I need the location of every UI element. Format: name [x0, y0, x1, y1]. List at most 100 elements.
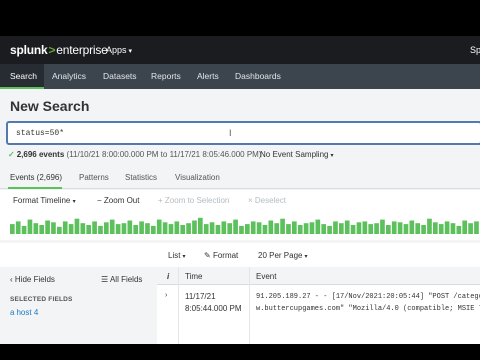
timeline-bar[interactable] — [292, 221, 297, 234]
timeline-bar[interactable] — [239, 225, 244, 234]
tab-events[interactable]: Events (2,696) — [10, 173, 62, 182]
zoom-to-selection-button[interactable]: + Zoom to Selection — [158, 196, 229, 205]
timeline-bar[interactable] — [427, 218, 432, 234]
timeline-bar[interactable] — [286, 224, 291, 234]
timeline-bar[interactable] — [438, 224, 444, 234]
per-page-dropdown[interactable]: 20 Per Page ▾ — [258, 251, 308, 260]
timeline-bar[interactable] — [362, 221, 368, 234]
timeline-bar[interactable] — [215, 225, 221, 234]
timeline-bar[interactable] — [356, 222, 362, 234]
timeline-bar[interactable] — [456, 225, 462, 234]
search-query[interactable]: status=50* — [16, 129, 64, 138]
all-fields-button[interactable]: ☰ All Fields — [101, 275, 142, 284]
nav-datasets[interactable]: Datasets — [103, 64, 137, 89]
expand-row-icon[interactable]: › — [165, 292, 167, 299]
timeline-bar[interactable] — [268, 220, 274, 235]
timeline-bar[interactable] — [121, 223, 127, 234]
timeline-bar[interactable] — [133, 225, 139, 234]
timeline-bar[interactable] — [203, 224, 209, 234]
timeline-bar[interactable] — [339, 223, 344, 234]
event-timeline-histogram[interactable] — [10, 216, 480, 234]
apps-menu[interactable]: Apps ▾ — [106, 45, 132, 55]
timeline-bar[interactable] — [344, 220, 350, 235]
event-column-header[interactable]: Event — [256, 272, 276, 281]
field-host[interactable]: a host 4 — [10, 308, 38, 317]
nav-alerts[interactable]: Alerts — [197, 64, 219, 89]
timeline-bar[interactable] — [368, 224, 374, 234]
timeline-bar[interactable] — [433, 222, 438, 234]
timeline-bar[interactable] — [333, 221, 338, 234]
timeline-bar[interactable] — [327, 225, 332, 234]
nav-reports[interactable]: Reports — [151, 64, 181, 89]
timeline-bar[interactable] — [280, 218, 285, 234]
timeline-bar[interactable] — [262, 225, 268, 234]
timeline-bar[interactable] — [192, 220, 197, 235]
timeline-bar[interactable] — [209, 222, 215, 234]
timeline-bar[interactable] — [474, 221, 479, 234]
timeline-bar[interactable] — [21, 225, 27, 234]
timeline-bar[interactable] — [62, 221, 68, 234]
timeline-bar[interactable] — [33, 223, 39, 234]
timeline-bar[interactable] — [374, 223, 379, 234]
timeline-bar[interactable] — [27, 219, 33, 234]
timeline-bar[interactable] — [321, 224, 327, 234]
timeline-bar[interactable] — [86, 225, 92, 234]
timeline-bar[interactable] — [380, 219, 385, 234]
search-input[interactable]: status=50* I — [6, 121, 480, 145]
timeline-bar[interactable] — [409, 220, 415, 235]
timeline-bar[interactable] — [198, 217, 203, 234]
timeline-bar[interactable] — [104, 222, 109, 234]
timeline-bar[interactable] — [274, 223, 280, 234]
timeline-bar[interactable] — [397, 222, 403, 234]
tab-visualization[interactable]: Visualization — [175, 173, 220, 182]
timeline-bar[interactable] — [74, 218, 80, 234]
timeline-bar[interactable] — [415, 223, 421, 234]
timeline-bar[interactable] — [145, 223, 150, 234]
timeline-bar[interactable] — [139, 221, 144, 234]
event-sampling-dropdown[interactable]: No Event Sampling ▾ — [260, 150, 334, 159]
hide-fields-button[interactable]: ‹ Hide Fields — [10, 275, 55, 284]
zoom-out-button[interactable]: − Zoom Out — [97, 196, 139, 205]
timeline-bar[interactable] — [98, 225, 103, 234]
timeline-bar[interactable] — [174, 221, 180, 234]
timeline-bar[interactable] — [57, 226, 62, 234]
nav-dashboards[interactable]: Dashboards — [235, 64, 281, 89]
user-menu[interactable]: Sp — [470, 45, 480, 55]
timeline-bar[interactable] — [162, 222, 168, 234]
timeline-bar[interactable] — [168, 224, 174, 234]
timeline-bar[interactable] — [386, 225, 391, 234]
timeline-bar[interactable] — [92, 221, 97, 234]
timeline-bar[interactable] — [450, 223, 456, 234]
timeline-bar[interactable] — [309, 222, 315, 234]
timeline-bar[interactable] — [15, 221, 21, 234]
timeline-bar[interactable] — [315, 219, 321, 234]
timeline-bar[interactable] — [233, 219, 238, 234]
timeline-bar[interactable] — [151, 225, 156, 234]
format-button[interactable]: ✎ Format — [204, 251, 238, 260]
format-timeline-button[interactable]: Format Timeline ▾ — [13, 196, 76, 205]
timeline-bar[interactable] — [51, 222, 56, 234]
timeline-bar[interactable] — [403, 224, 409, 234]
nav-search[interactable]: Search — [0, 64, 44, 89]
time-column-header[interactable]: Time — [185, 272, 202, 281]
timeline-bar[interactable] — [468, 223, 473, 234]
timeline-bar[interactable] — [115, 224, 121, 234]
timeline-bar[interactable] — [68, 224, 74, 234]
splunk-logo[interactable]: splunk>enterprise — [10, 43, 108, 57]
timeline-bar[interactable] — [10, 224, 15, 234]
timeline-bar[interactable] — [462, 220, 468, 235]
timeline-bar[interactable] — [109, 219, 115, 234]
timeline-bar[interactable] — [421, 225, 426, 234]
timeline-bar[interactable] — [227, 223, 233, 234]
timeline-bar[interactable] — [444, 221, 450, 234]
timeline-bar[interactable] — [350, 225, 356, 234]
timeline-bar[interactable] — [45, 220, 50, 235]
timeline-bar[interactable] — [303, 223, 309, 234]
tab-statistics[interactable]: Statistics — [125, 173, 157, 182]
timeline-bar[interactable] — [297, 225, 303, 234]
timeline-bar[interactable] — [221, 221, 227, 234]
timeline-bar[interactable] — [156, 219, 162, 234]
list-view-dropdown[interactable]: List ▾ — [168, 251, 185, 260]
timeline-bar[interactable] — [80, 223, 86, 234]
timeline-bar[interactable] — [391, 221, 397, 234]
